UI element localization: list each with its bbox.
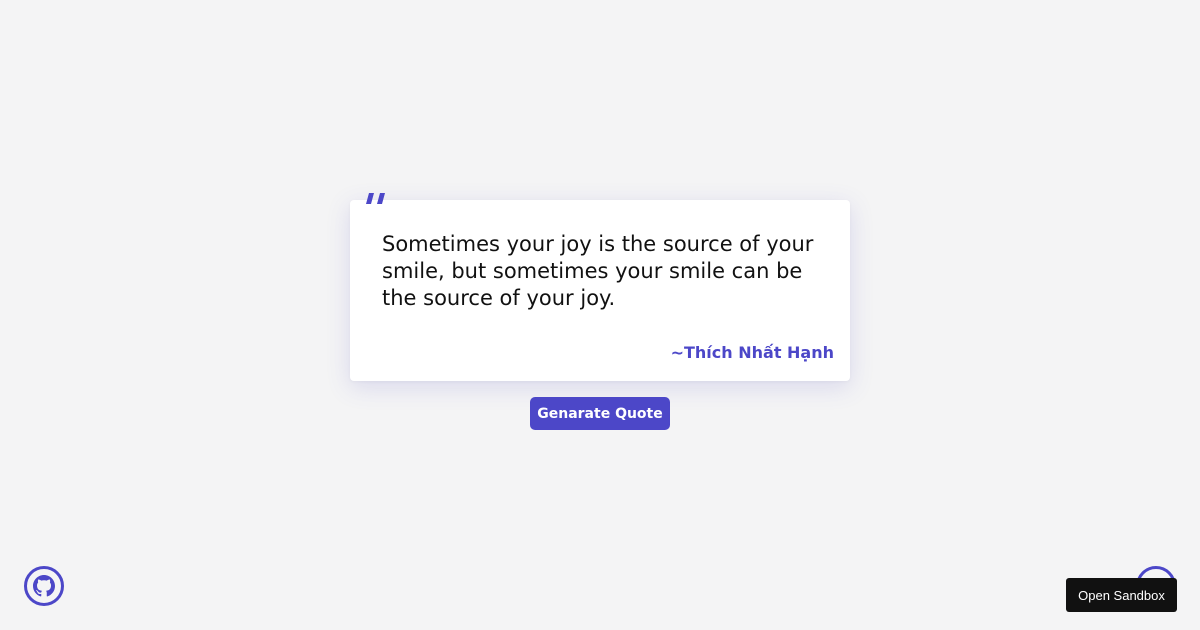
- quote-mark-icon: [366, 193, 385, 204]
- page: Sometimes your joy is the source of your…: [0, 0, 1200, 630]
- generate-quote-button[interactable]: Genarate Quote: [530, 397, 670, 430]
- github-icon: [33, 575, 55, 597]
- open-sandbox-button[interactable]: Open Sandbox: [1066, 578, 1177, 612]
- github-link[interactable]: [24, 566, 64, 606]
- quote-text: Sometimes your joy is the source of your…: [382, 232, 814, 310]
- quote-author: ~Thích Nhất Hạnh: [670, 343, 834, 362]
- quote-card: Sometimes your joy is the source of your…: [350, 200, 850, 381]
